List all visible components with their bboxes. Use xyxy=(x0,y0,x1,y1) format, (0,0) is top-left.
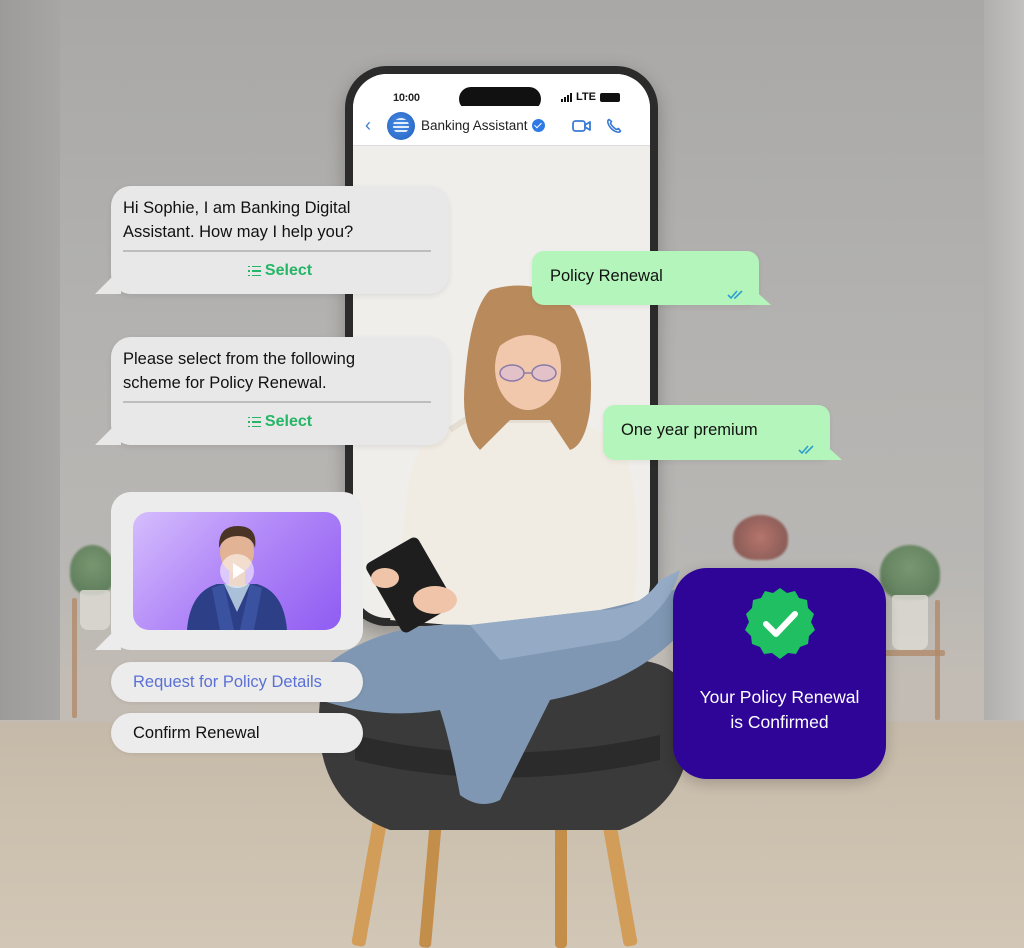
message-text: One year premium xyxy=(621,421,758,439)
message-text: Please select from the following scheme … xyxy=(123,350,356,392)
chat-bubble-outgoing: Policy Renewal xyxy=(532,251,771,305)
chat-bubble-outgoing: One year premium xyxy=(603,405,842,460)
chat-bubble-incoming: Please select from the following scheme … xyxy=(95,337,449,445)
background-pot xyxy=(892,595,928,650)
confirmation-message: Your Policy Renewal is Confirmed xyxy=(699,687,860,732)
video-camera-icon[interactable] xyxy=(572,119,592,133)
select-button[interactable]: Select xyxy=(111,403,449,441)
phone-icon[interactable] xyxy=(606,118,622,134)
background-flowers xyxy=(733,515,788,560)
double-check-read-icon xyxy=(727,290,743,299)
status-time: 10:00 xyxy=(393,92,420,104)
play-icon[interactable] xyxy=(220,554,254,588)
contact-name: Banking Assistant xyxy=(421,118,528,133)
background-shelf xyxy=(72,598,77,718)
bank-avatar xyxy=(387,111,415,140)
chevron-left-icon[interactable]: ‹ xyxy=(365,115,381,136)
signal-icon xyxy=(561,92,573,102)
chair-leg xyxy=(555,820,567,948)
background-plant xyxy=(880,545,940,600)
chair-leg xyxy=(351,809,389,947)
status-bar: 10:00 LTE xyxy=(353,74,650,111)
list-icon xyxy=(247,416,261,428)
background-plant xyxy=(70,545,115,595)
verified-check-badge-icon xyxy=(745,588,815,659)
message-text: Hi Sophie, I am Banking Digital Assistan… xyxy=(123,199,354,241)
chat-bubble-incoming: Hi Sophie, I am Banking Digital Assistan… xyxy=(95,186,449,294)
battery-icon xyxy=(600,92,620,102)
quick-reply-confirm-renewal[interactable]: Confirm Renewal xyxy=(111,713,363,753)
chair-leg xyxy=(419,819,442,948)
select-button[interactable]: Select xyxy=(111,252,449,290)
background-wall-right xyxy=(984,0,1024,720)
chat-header: ‹ Banking Assistant xyxy=(353,106,650,146)
quick-reply-request-policy-details[interactable]: Request for Policy Details xyxy=(111,662,363,702)
double-check-read-icon xyxy=(798,445,814,454)
message-text: Policy Renewal xyxy=(550,267,663,285)
background-wall-left xyxy=(0,0,60,720)
chat-bubble-video xyxy=(95,492,363,650)
confirmation-card: Your Policy Renewal is Confirmed xyxy=(673,568,886,779)
verified-icon xyxy=(531,119,545,132)
status-indicators: LTE xyxy=(561,91,620,103)
video-thumbnail[interactable] xyxy=(133,512,341,630)
background-shelf xyxy=(935,600,940,720)
network-label: LTE xyxy=(576,91,596,103)
list-icon xyxy=(247,265,261,277)
